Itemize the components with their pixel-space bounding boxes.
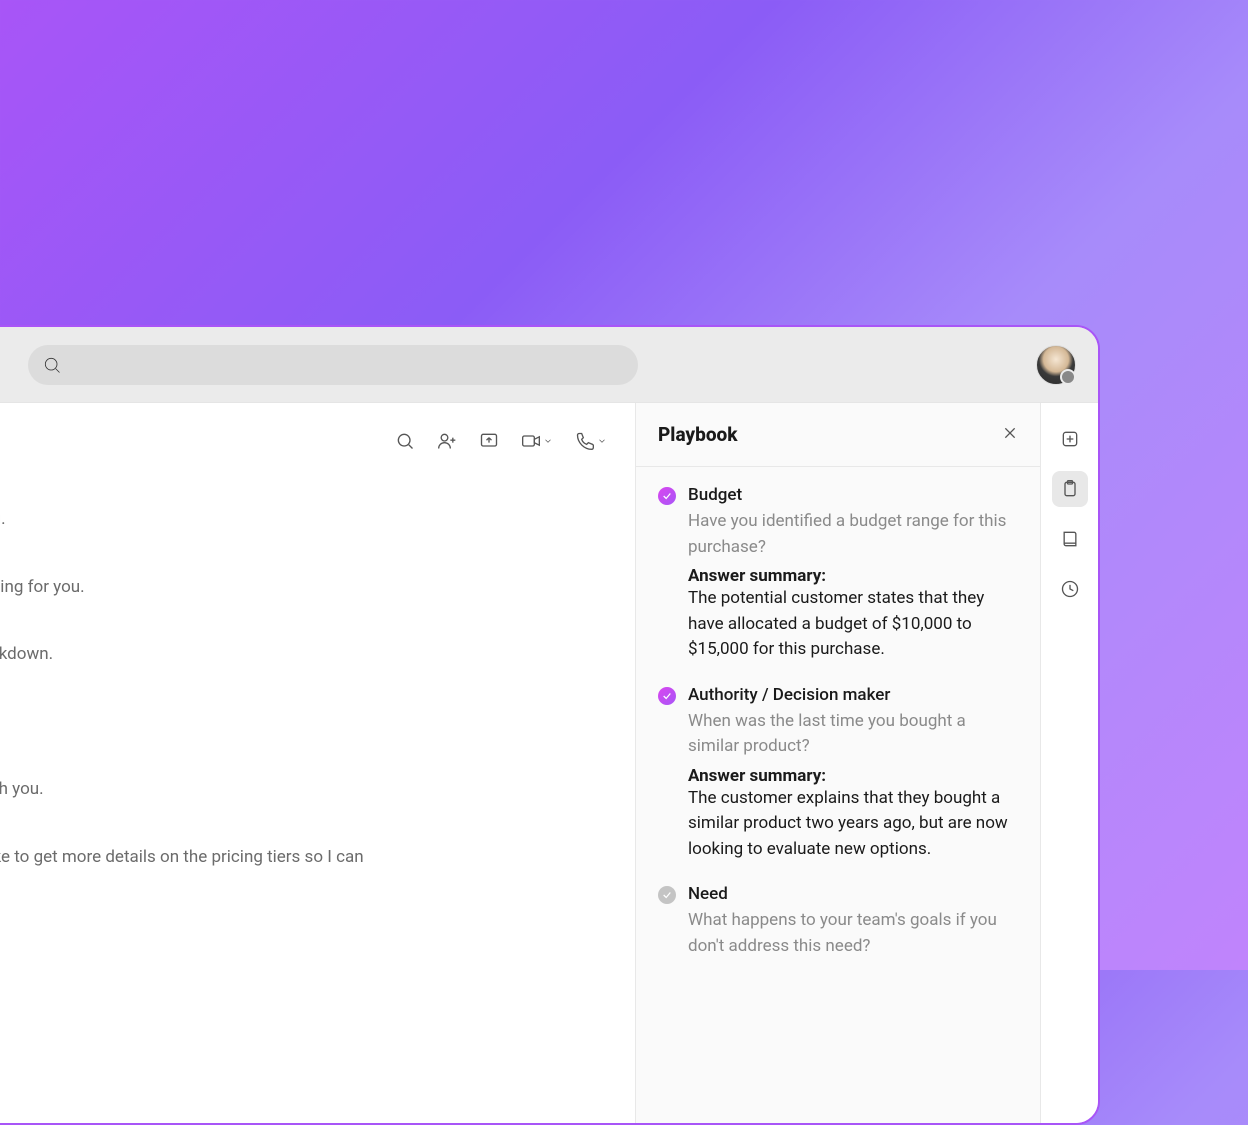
phone-button[interactable] xyxy=(575,431,607,451)
chat-actions xyxy=(395,431,611,451)
message-author: es xyxy=(0,821,611,841)
playbook-item: Budget Have you identified a budget rang… xyxy=(658,485,1018,663)
message: l t me package up everything for you. xyxy=(0,551,611,601)
rail-history-button[interactable] xyxy=(1052,571,1088,607)
playbook-item: Need What happens to your team's goals i… xyxy=(658,884,1018,965)
playbook-content: Budget Have you identified a budget rang… xyxy=(688,485,1018,663)
message-text: xcited to get this moving. xyxy=(0,507,611,533)
check-badge xyxy=(658,886,676,904)
playbook-summary: The potential customer states that they … xyxy=(688,586,1018,663)
message-author: es xyxy=(0,483,611,503)
avatar[interactable] xyxy=(1036,345,1076,385)
close-button[interactable] xyxy=(1002,425,1018,445)
playbook-question: Have you identified a budget range for t… xyxy=(688,509,1018,560)
message-text: email shortly. xyxy=(0,710,611,736)
rail-playbook-button[interactable] xyxy=(1052,471,1088,507)
message-text: e all set. Just shared with you. xyxy=(0,777,611,803)
app-window: es xyxy=(0,325,1100,1125)
share-screen-icon xyxy=(479,431,499,451)
chevron-down-icon xyxy=(597,436,607,446)
check-icon xyxy=(662,691,672,701)
check-icon xyxy=(662,491,672,501)
phone-icon xyxy=(575,431,595,451)
message: l email shortly. xyxy=(0,686,611,736)
playbook-item: Authority / Decision maker When was the … xyxy=(658,685,1018,863)
message-text: t me package up everything for you. xyxy=(0,575,611,601)
playbook-item-title: Budget xyxy=(688,485,1018,505)
playbook-content: Authority / Decision maker When was the … xyxy=(688,685,1018,863)
content-row: es xyxy=(0,403,1098,1123)
message: es xcited to get this moving. xyxy=(0,483,611,533)
playbook-content: Need What happens to your team's goals i… xyxy=(688,884,1018,965)
playbook-header: Playbook xyxy=(636,403,1040,467)
playbook-item-title: Need xyxy=(688,884,1018,904)
message-author: l xyxy=(0,753,611,773)
check-badge xyxy=(658,687,676,705)
message: es d a full comparison breakdown. xyxy=(0,618,611,668)
rail-sparkle-button[interactable] xyxy=(1052,421,1088,457)
playbook-body: Budget Have you identified a budget rang… xyxy=(636,467,1040,1005)
chevron-down-icon xyxy=(543,436,553,446)
message: l e all set. Just shared with you. xyxy=(0,753,611,803)
video-icon xyxy=(521,431,541,451)
search-icon xyxy=(395,431,415,451)
chat-header: es xyxy=(0,421,611,461)
video-button[interactable] xyxy=(521,431,553,451)
playbook-question: When was the last time you bought a simi… xyxy=(688,709,1018,760)
topbar xyxy=(0,327,1098,403)
message-author: l xyxy=(0,914,611,934)
playbook-summary-label: Answer summary: xyxy=(688,766,1018,786)
message-text: d a full comparison breakdown. xyxy=(0,642,611,668)
add-person-button[interactable] xyxy=(437,431,457,451)
playbook-panel: Playbook Budget Have you identified a bu… xyxy=(635,403,1040,1123)
search-icon xyxy=(42,355,62,375)
playbook-summary: The customer explains that they bought a… xyxy=(688,786,1018,863)
check-icon xyxy=(662,890,672,900)
message-text: ually hop on a call? I'd like to get mor… xyxy=(0,845,611,896)
right-rail xyxy=(1040,403,1098,1123)
search-input[interactable] xyxy=(28,345,638,385)
playbook-question: What happens to your team's goals if you… xyxy=(688,908,1018,959)
clipboard-icon xyxy=(1060,479,1080,499)
sparkle-icon xyxy=(1060,429,1080,449)
chat-area: es xyxy=(0,403,635,1123)
playbook-item-title: Authority / Decision maker xyxy=(688,685,1018,705)
close-icon xyxy=(1002,425,1018,441)
playbook-summary-label: Answer summary: xyxy=(688,566,1018,586)
message-author: es xyxy=(0,618,611,638)
add-person-icon xyxy=(437,431,457,451)
playbook-title: Playbook xyxy=(658,423,738,446)
check-badge xyxy=(658,487,676,505)
share-screen-button[interactable] xyxy=(479,431,499,451)
clock-icon xyxy=(1060,579,1080,599)
rail-book-button[interactable] xyxy=(1052,521,1088,557)
message: es ually hop on a call? I'd like to get … xyxy=(0,821,611,896)
message-author: l xyxy=(0,551,611,571)
book-icon xyxy=(1060,529,1080,549)
message: l xyxy=(0,914,611,934)
message-author: l xyxy=(0,686,611,706)
search-button[interactable] xyxy=(395,431,415,451)
